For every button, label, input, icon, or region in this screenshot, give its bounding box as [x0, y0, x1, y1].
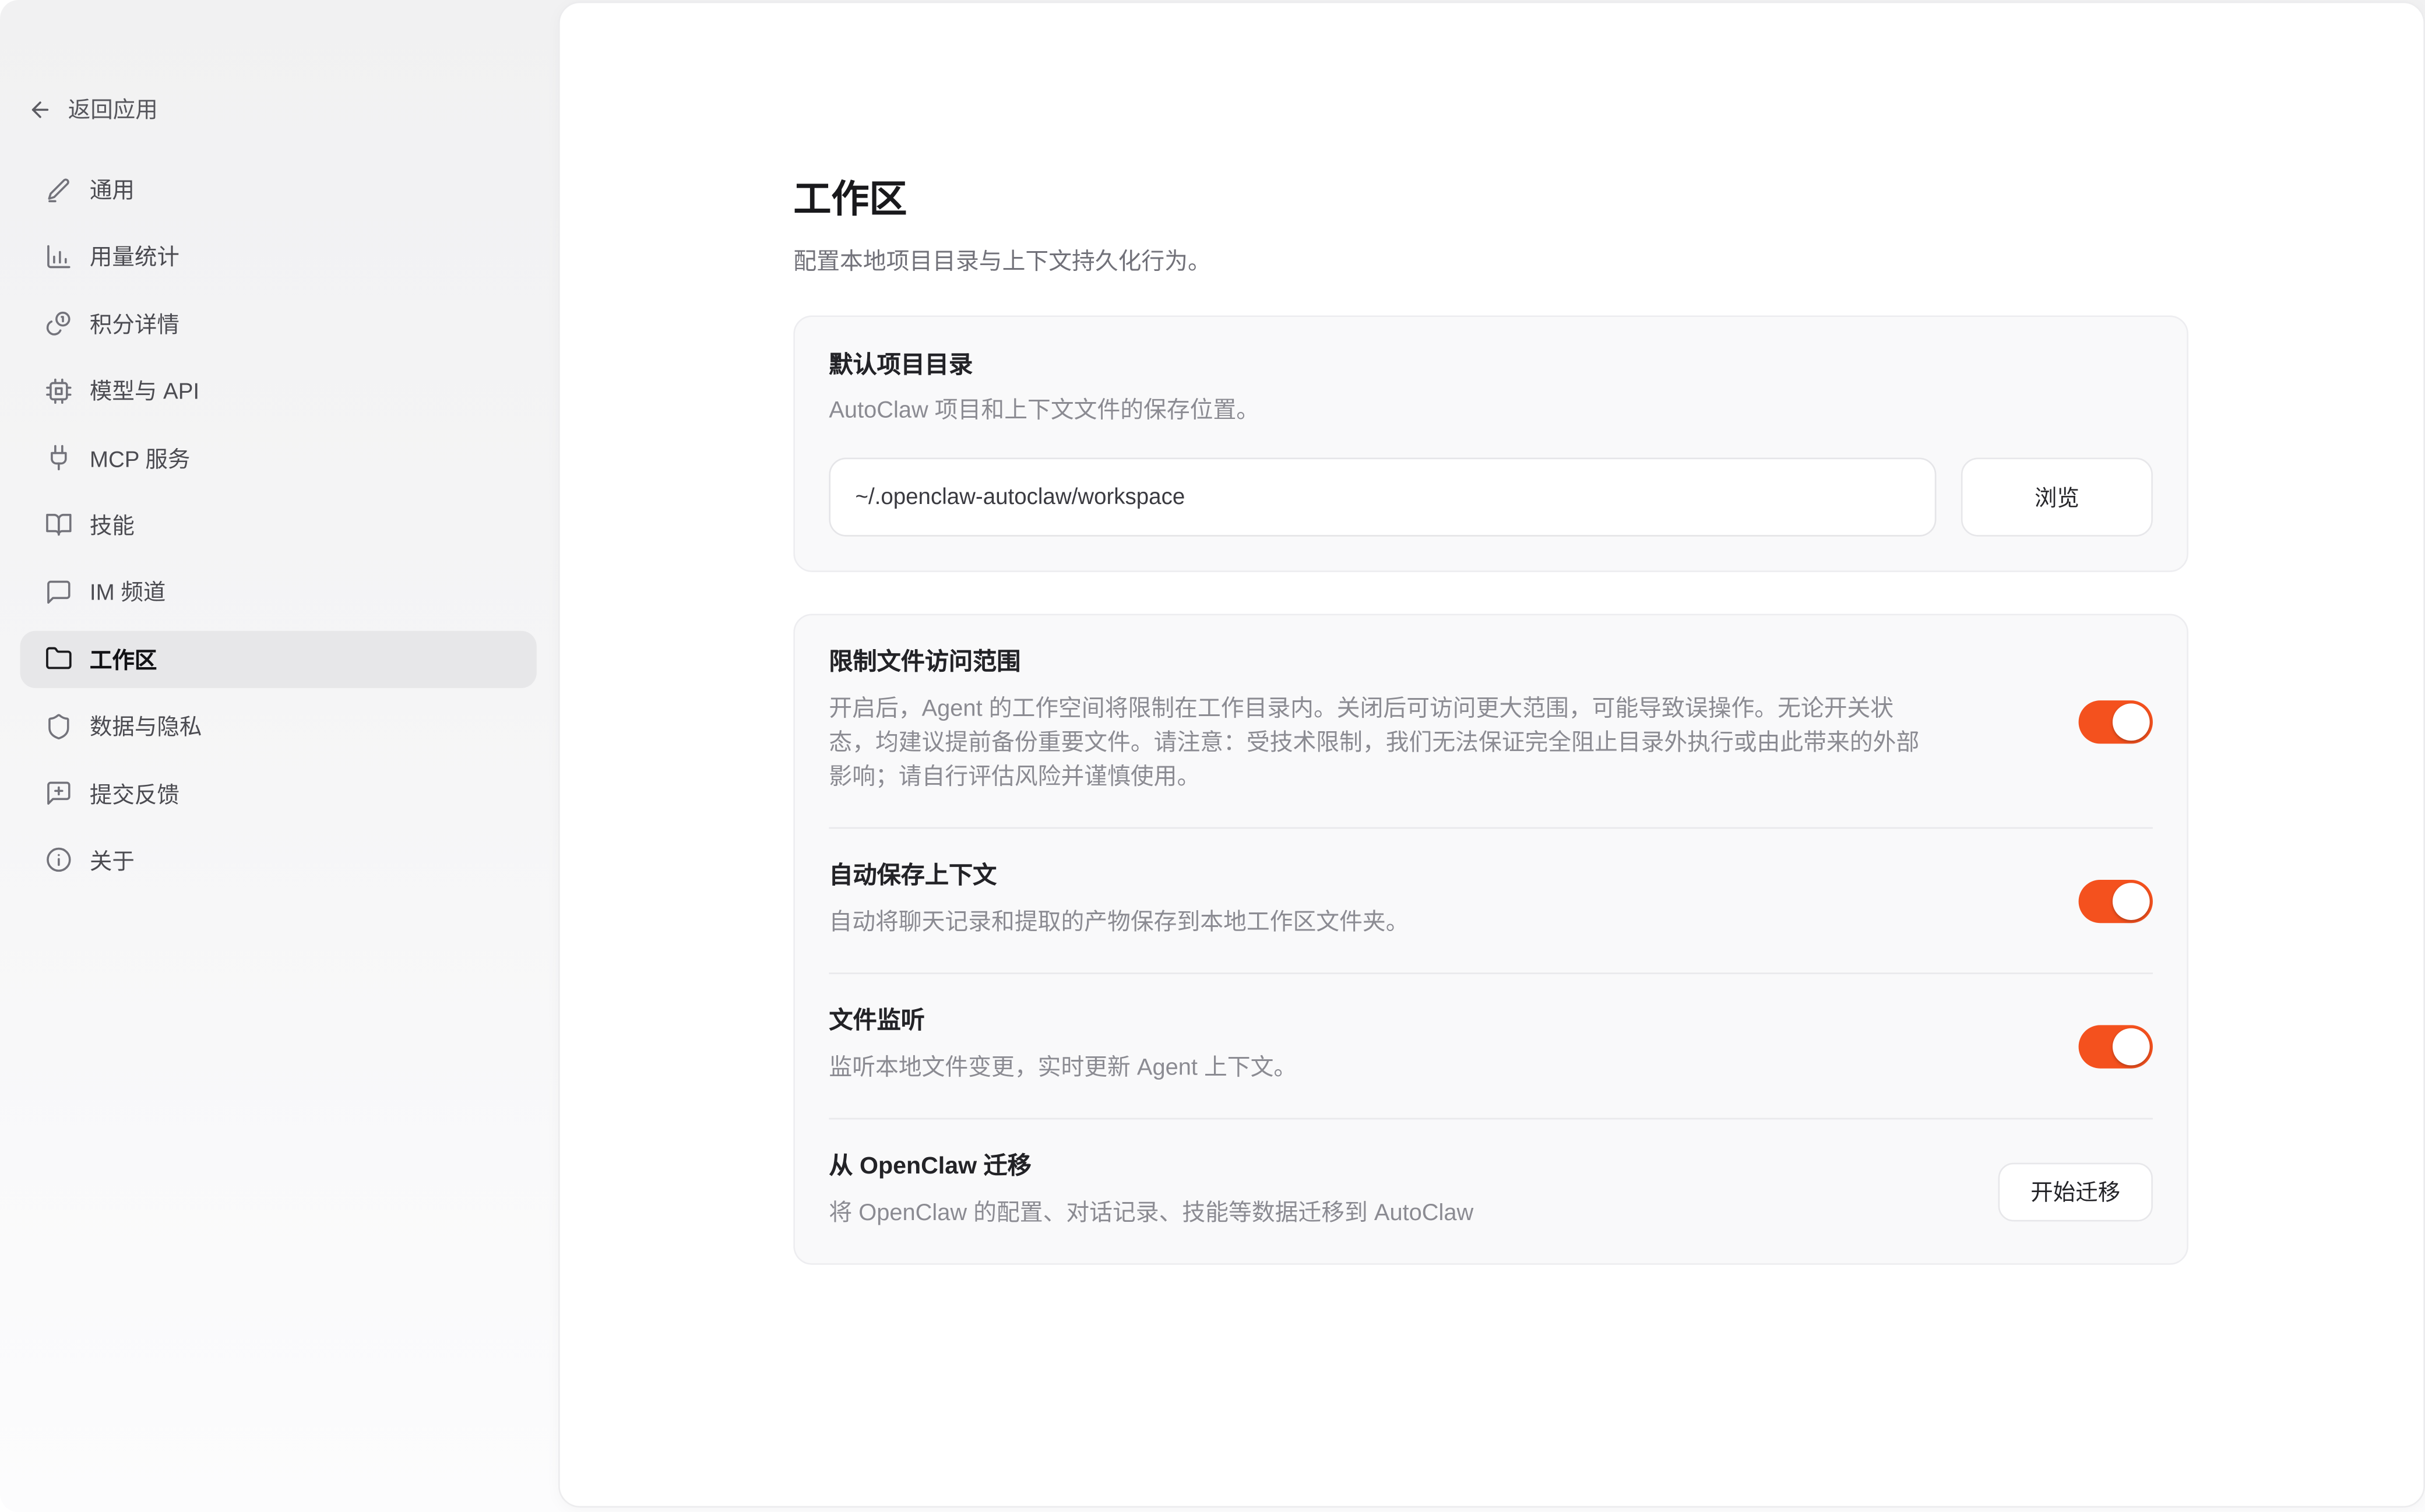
message-square-plus-icon: [45, 780, 73, 808]
setting-row-migrate-openclaw: 从 OpenClaw 迁移 将 OpenClaw 的配置、对话记录、技能等数据迁…: [829, 1118, 2153, 1263]
toggle-knob: [2113, 703, 2150, 740]
info-icon: [45, 847, 73, 875]
setting-description: 自动将聊天记录和提取的产物保存到本地工作区文件夹。: [829, 906, 1409, 940]
sidebar-item-label: IM 频道: [90, 576, 166, 608]
sidebar-item-data-privacy[interactable]: 数据与隐私: [20, 697, 536, 755]
workspace-path-input[interactable]: [829, 457, 1936, 536]
setting-title: 限制文件访问范围: [829, 648, 1930, 679]
sidebar-item-workspace[interactable]: 工作区: [20, 630, 536, 688]
setting-description: 将 OpenClaw 的配置、对话记录、技能等数据迁移到 AutoClaw: [829, 1197, 1473, 1231]
workspace-settings-card: 限制文件访问范围 开启后，Agent 的工作空间将限制在工作目录内。关闭后可访问…: [793, 614, 2188, 1265]
sidebar-item-label: MCP 服务: [90, 442, 190, 474]
sidebar-item-label: 工作区: [90, 643, 157, 675]
sidebar-item-credits[interactable]: 积分详情: [20, 295, 536, 352]
setting-title: 自动保存上下文: [829, 861, 1409, 892]
sidebar-item-about[interactable]: 关于: [20, 831, 536, 889]
sidebar-nav: 通用 用量统计 积分详情 模型与 API: [20, 161, 536, 899]
directory-card-title: 默认项目目录: [829, 350, 2153, 383]
sidebar-item-label: 技能: [90, 509, 135, 541]
back-to-app-button[interactable]: 返回应用: [28, 93, 158, 125]
setting-text: 文件监听 监听本地文件变更，实时更新 Agent 上下文。: [829, 1007, 1297, 1085]
shield-icon: [45, 712, 73, 740]
setting-text: 限制文件访问范围 开启后，Agent 的工作空间将限制在工作目录内。关闭后可访问…: [829, 648, 1930, 795]
sidebar-item-models-api[interactable]: 模型与 API: [20, 362, 536, 419]
settings-main-panel: 工作区 配置本地项目目录与上下文持久化行为。 默认项目目录 AutoClaw 项…: [558, 2, 2425, 1508]
folder-icon: [45, 645, 73, 673]
bar-chart-icon: [45, 242, 73, 270]
start-migration-button[interactable]: 开始迁移: [1998, 1162, 2153, 1221]
setting-row-file-watch: 文件监听 监听本地文件变更，实时更新 Agent 上下文。: [829, 972, 2153, 1118]
cpu-icon: [45, 377, 73, 405]
setting-description: 开启后，Agent 的工作空间将限制在工作目录内。关闭后可访问更大范围，可能导致…: [829, 693, 1930, 795]
default-directory-card: 默认项目目录 AutoClaw 项目和上下文文件的保存位置。 浏览: [793, 315, 2188, 572]
message-square-icon: [45, 578, 73, 606]
sidebar-item-label: 关于: [90, 844, 135, 877]
sidebar-item-usage-stats[interactable]: 用量统计: [20, 228, 536, 285]
page-subtitle: 配置本地项目目录与上下文持久化行为。: [793, 248, 2188, 279]
auto-save-context-toggle[interactable]: [2079, 879, 2153, 922]
sidebar-item-label: 模型与 API: [90, 375, 199, 407]
toggle-knob: [2113, 882, 2150, 919]
sidebar-item-label: 提交反馈: [90, 777, 180, 810]
setting-description: 监听本地文件变更，实时更新 Agent 上下文。: [829, 1052, 1297, 1085]
setting-text: 从 OpenClaw 迁移 将 OpenClaw 的配置、对话记录、技能等数据迁…: [829, 1152, 1473, 1231]
arrow-left-icon: [28, 97, 52, 121]
setting-title: 文件监听: [829, 1007, 1297, 1038]
plug-icon: [45, 444, 73, 472]
browse-button[interactable]: 浏览: [1961, 457, 2153, 536]
settings-sidebar: 返回应用 通用 用量统计 积分详情: [0, 0, 558, 1512]
setting-title: 从 OpenClaw 迁移: [829, 1152, 1473, 1183]
file-watch-toggle[interactable]: [2079, 1024, 2153, 1067]
sidebar-item-label: 数据与隐私: [90, 710, 202, 742]
sidebar-item-label: 积分详情: [90, 308, 180, 340]
workspace-settings-page: 工作区 配置本地项目目录与上下文持久化行为。 默认项目目录 AutoClaw 项…: [793, 3, 2188, 1264]
sidebar-item-skills[interactable]: 技能: [20, 496, 536, 554]
sidebar-item-mcp-services[interactable]: MCP 服务: [20, 429, 536, 487]
restrict-file-access-toggle[interactable]: [2079, 700, 2153, 743]
app-window: 返回应用 通用 用量统计 积分详情: [0, 0, 2425, 1512]
directory-card-description: AutoClaw 项目和上下文文件的保存位置。: [829, 396, 2153, 427]
setting-row-auto-save-context: 自动保存上下文 自动将聊天记录和提取的产物保存到本地工作区文件夹。: [829, 827, 2153, 972]
pencil-icon: [45, 175, 73, 203]
back-to-app-label: 返回应用: [68, 93, 158, 125]
coins-icon: [45, 309, 73, 337]
page-title: 工作区: [793, 3, 2188, 225]
sidebar-item-im-channels[interactable]: IM 频道: [20, 563, 536, 621]
directory-input-row: 浏览: [829, 457, 2153, 536]
sidebar-item-general[interactable]: 通用: [20, 161, 536, 218]
sidebar-item-feedback[interactable]: 提交反馈: [20, 764, 536, 822]
toggle-knob: [2113, 1027, 2150, 1065]
book-open-icon: [45, 511, 73, 539]
sidebar-item-label: 用量统计: [90, 240, 180, 273]
setting-row-restrict-file-access: 限制文件访问范围 开启后，Agent 的工作空间将限制在工作目录内。关闭后可访问…: [829, 615, 2153, 827]
setting-text: 自动保存上下文 自动将聊天记录和提取的产物保存到本地工作区文件夹。: [829, 861, 1409, 940]
sidebar-item-label: 通用: [90, 173, 135, 206]
